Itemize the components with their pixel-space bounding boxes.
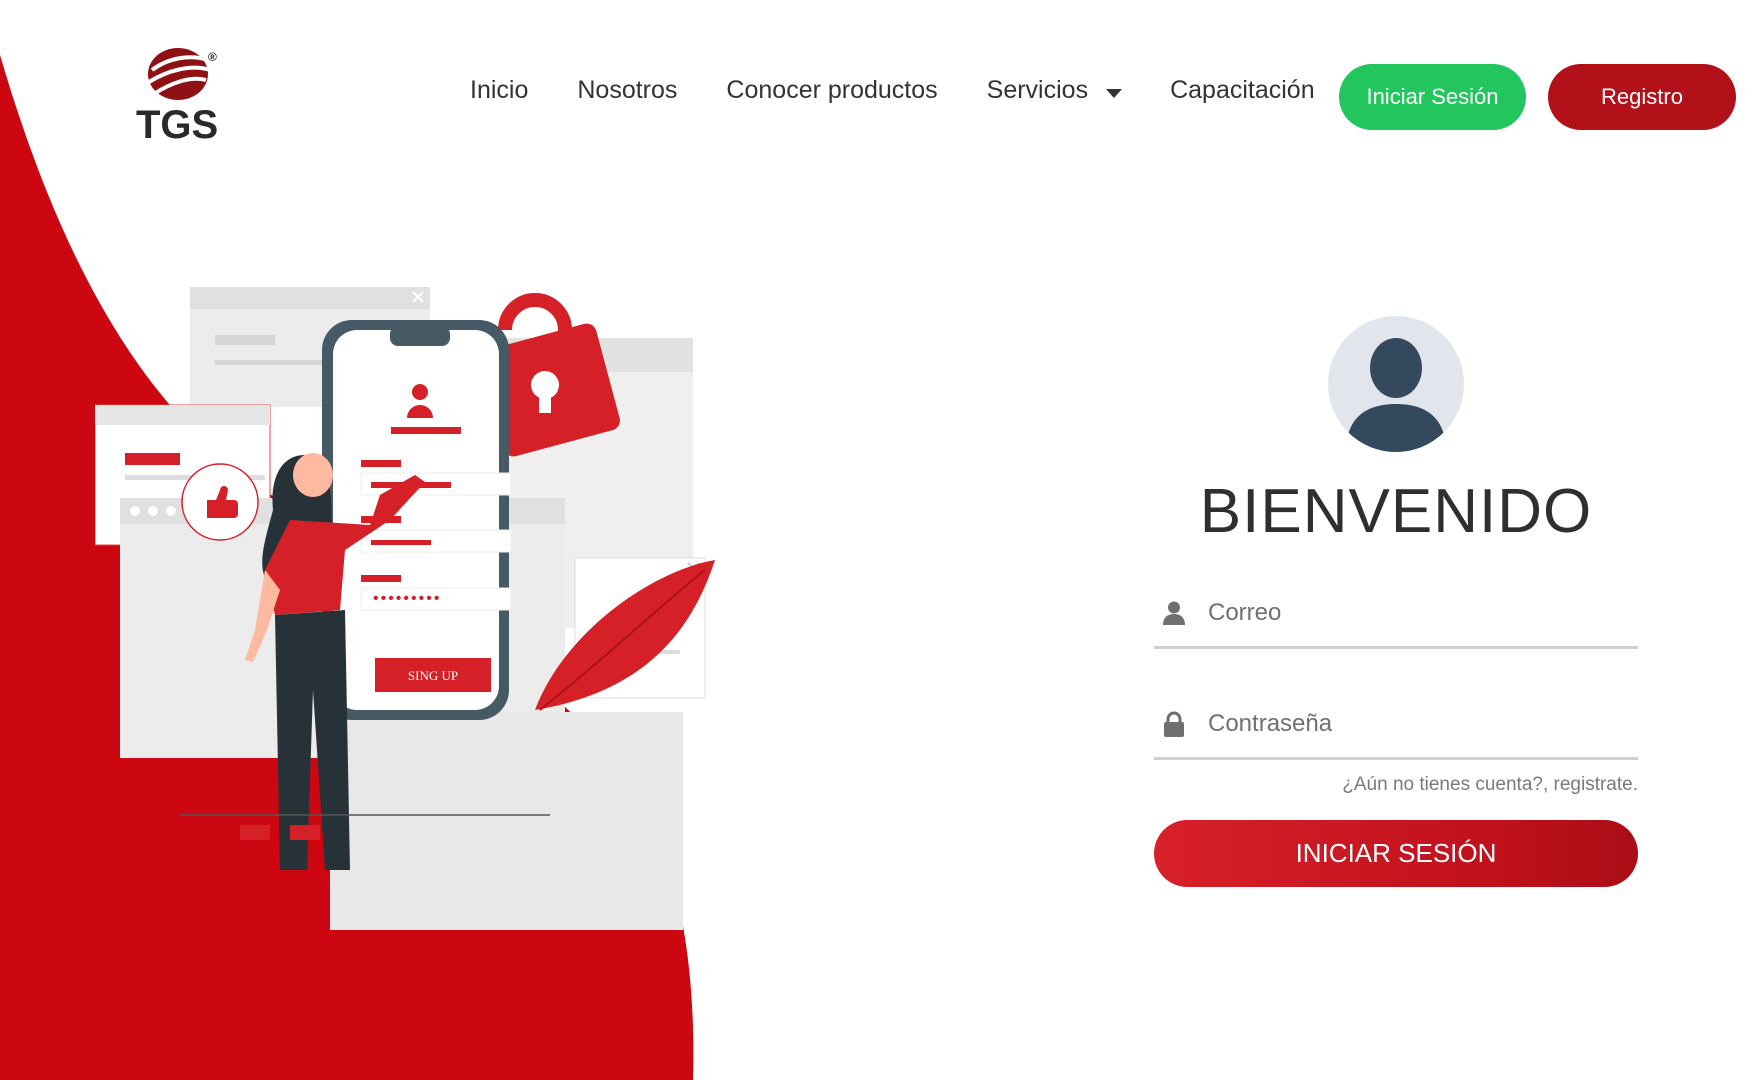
login-submit-button[interactable]: INICIAR SESIÓN <box>1154 820 1638 887</box>
email-input[interactable] <box>1206 598 1610 628</box>
nav-servicios[interactable]: Servicios <box>986 76 1123 105</box>
nav-nosotros[interactable]: Nosotros <box>577 76 677 105</box>
user-icon <box>1160 599 1188 627</box>
signup-link[interactable]: ¿Aún no tienes cuenta?, registrate. <box>1342 774 1638 796</box>
main-nav: Inicio Nosotros Conocer productos Servic… <box>470 76 1364 105</box>
nav-capacitacion[interactable]: Capacitación <box>1170 76 1315 105</box>
user-avatar-icon <box>1346 338 1446 452</box>
nav-inicio[interactable]: Inicio <box>470 76 528 105</box>
nav-servicios-label: Servicios <box>986 76 1089 104</box>
lock-icon <box>1160 710 1188 738</box>
page-title: BIENVENIDO <box>1199 477 1593 546</box>
illustration-signup-label: SING UP <box>408 668 458 683</box>
header-login-button[interactable]: Iniciar Sesión <box>1339 64 1526 130</box>
chevron-down-icon <box>1106 89 1123 98</box>
email-field[interactable] <box>1154 580 1638 649</box>
globe-icon <box>147 48 211 100</box>
password-field[interactable] <box>1154 691 1638 760</box>
avatar <box>1328 316 1464 452</box>
signup-illustration: ••••••••• SING UP <box>95 287 715 930</box>
header-register-button[interactable]: Registro <box>1548 64 1736 130</box>
password-input[interactable] <box>1206 709 1610 739</box>
nav-conocer-productos[interactable]: Conocer productos <box>726 76 937 105</box>
registered-mark: ® <box>208 50 217 64</box>
svg-text:•••••••••: ••••••••• <box>373 590 441 607</box>
logo-text: TGS <box>136 103 218 147</box>
